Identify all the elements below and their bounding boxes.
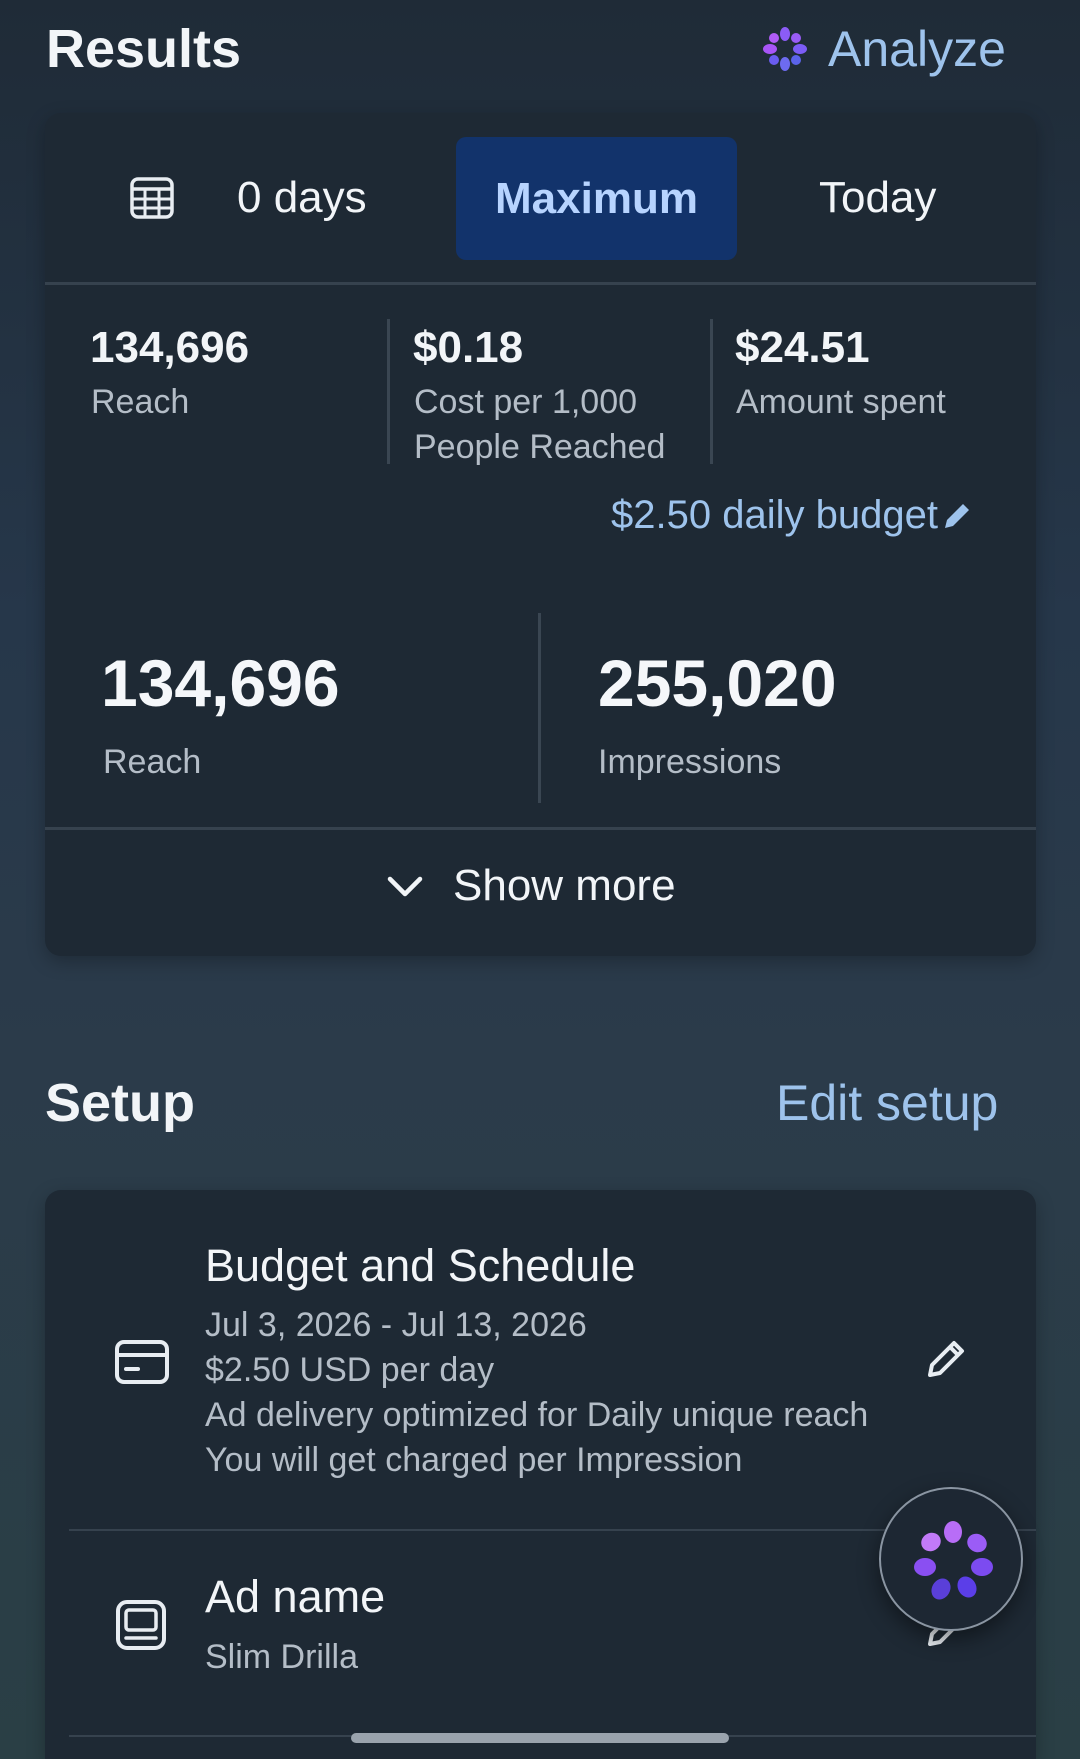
tab-maximum[interactable]: Maximum — [456, 137, 737, 260]
analyze-label: Analyze — [828, 21, 1006, 77]
ai-assistant-button[interactable] — [879, 1487, 1023, 1631]
credit-card-icon — [115, 1340, 169, 1384]
summary-spent-label: Amount spent — [736, 383, 946, 421]
calendar-icon — [130, 177, 174, 219]
divider — [538, 613, 541, 803]
ad-preview-icon — [116, 1600, 166, 1650]
tab-days[interactable]: 0 days — [237, 173, 367, 223]
budget-amount: $2.50 USD per day — [205, 1351, 495, 1389]
edit-setup-link[interactable]: Edit setup — [776, 1074, 998, 1132]
summary-cpm-label-line1: Cost per 1,000 — [414, 383, 638, 421]
impressions-value: 255,020 — [598, 646, 837, 720]
summary-cpm-value: $0.18 — [413, 323, 524, 372]
reach-label: Reach — [103, 743, 202, 781]
pencil-icon — [944, 503, 969, 528]
tab-today[interactable]: Today — [819, 173, 936, 223]
divider — [387, 319, 390, 464]
results-title: Results — [46, 19, 242, 79]
budget-dates: Jul 3, 2026 - Jul 13, 2026 — [205, 1306, 587, 1344]
show-more-label: Show more — [453, 861, 676, 910]
budget-charge: You will get charged per Impression — [205, 1441, 743, 1479]
setup-card: Budget and Schedule Jul 3, 2026 - Jul 13… — [45, 1190, 1036, 1759]
daily-budget-label: $2.50 daily budget — [611, 493, 938, 537]
divider — [45, 282, 1036, 285]
summary-cpm-label-line2: People Reached — [414, 428, 666, 466]
show-more-button[interactable]: Show more — [385, 861, 676, 911]
summary-reach-value: 134,696 — [90, 323, 250, 372]
results-card: 0 days Maximum Today 134,696 Reach $0.18… — [45, 113, 1036, 956]
analyze-button[interactable]: Analyze — [762, 20, 1006, 78]
summary-reach-label: Reach — [91, 383, 190, 421]
sparkle-flower-icon — [763, 27, 807, 71]
pencil-icon[interactable] — [924, 1337, 968, 1381]
calendar-button[interactable] — [129, 175, 175, 226]
setup-title: Setup — [45, 1073, 196, 1133]
ai-assistant-icon — [914, 1521, 993, 1600]
ad-name-value: Slim Drilla — [205, 1638, 358, 1676]
daily-budget-link[interactable]: $2.50 daily budget — [611, 493, 974, 538]
impressions-label: Impressions — [598, 743, 782, 781]
budget-delivery: Ad delivery optimized for Daily unique r… — [205, 1396, 869, 1434]
home-indicator — [351, 1733, 729, 1743]
summary-spent-value: $24.51 — [735, 323, 870, 372]
chevron-down-icon — [387, 876, 423, 897]
ad-name-title: Ad name — [205, 1571, 386, 1622]
divider — [45, 827, 1036, 830]
divider — [710, 319, 713, 464]
budget-schedule-row[interactable]: Budget and Schedule Jul 3, 2026 - Jul 13… — [45, 1190, 1036, 1529]
budget-schedule-title: Budget and Schedule — [205, 1240, 636, 1291]
reach-value: 134,696 — [101, 646, 340, 720]
